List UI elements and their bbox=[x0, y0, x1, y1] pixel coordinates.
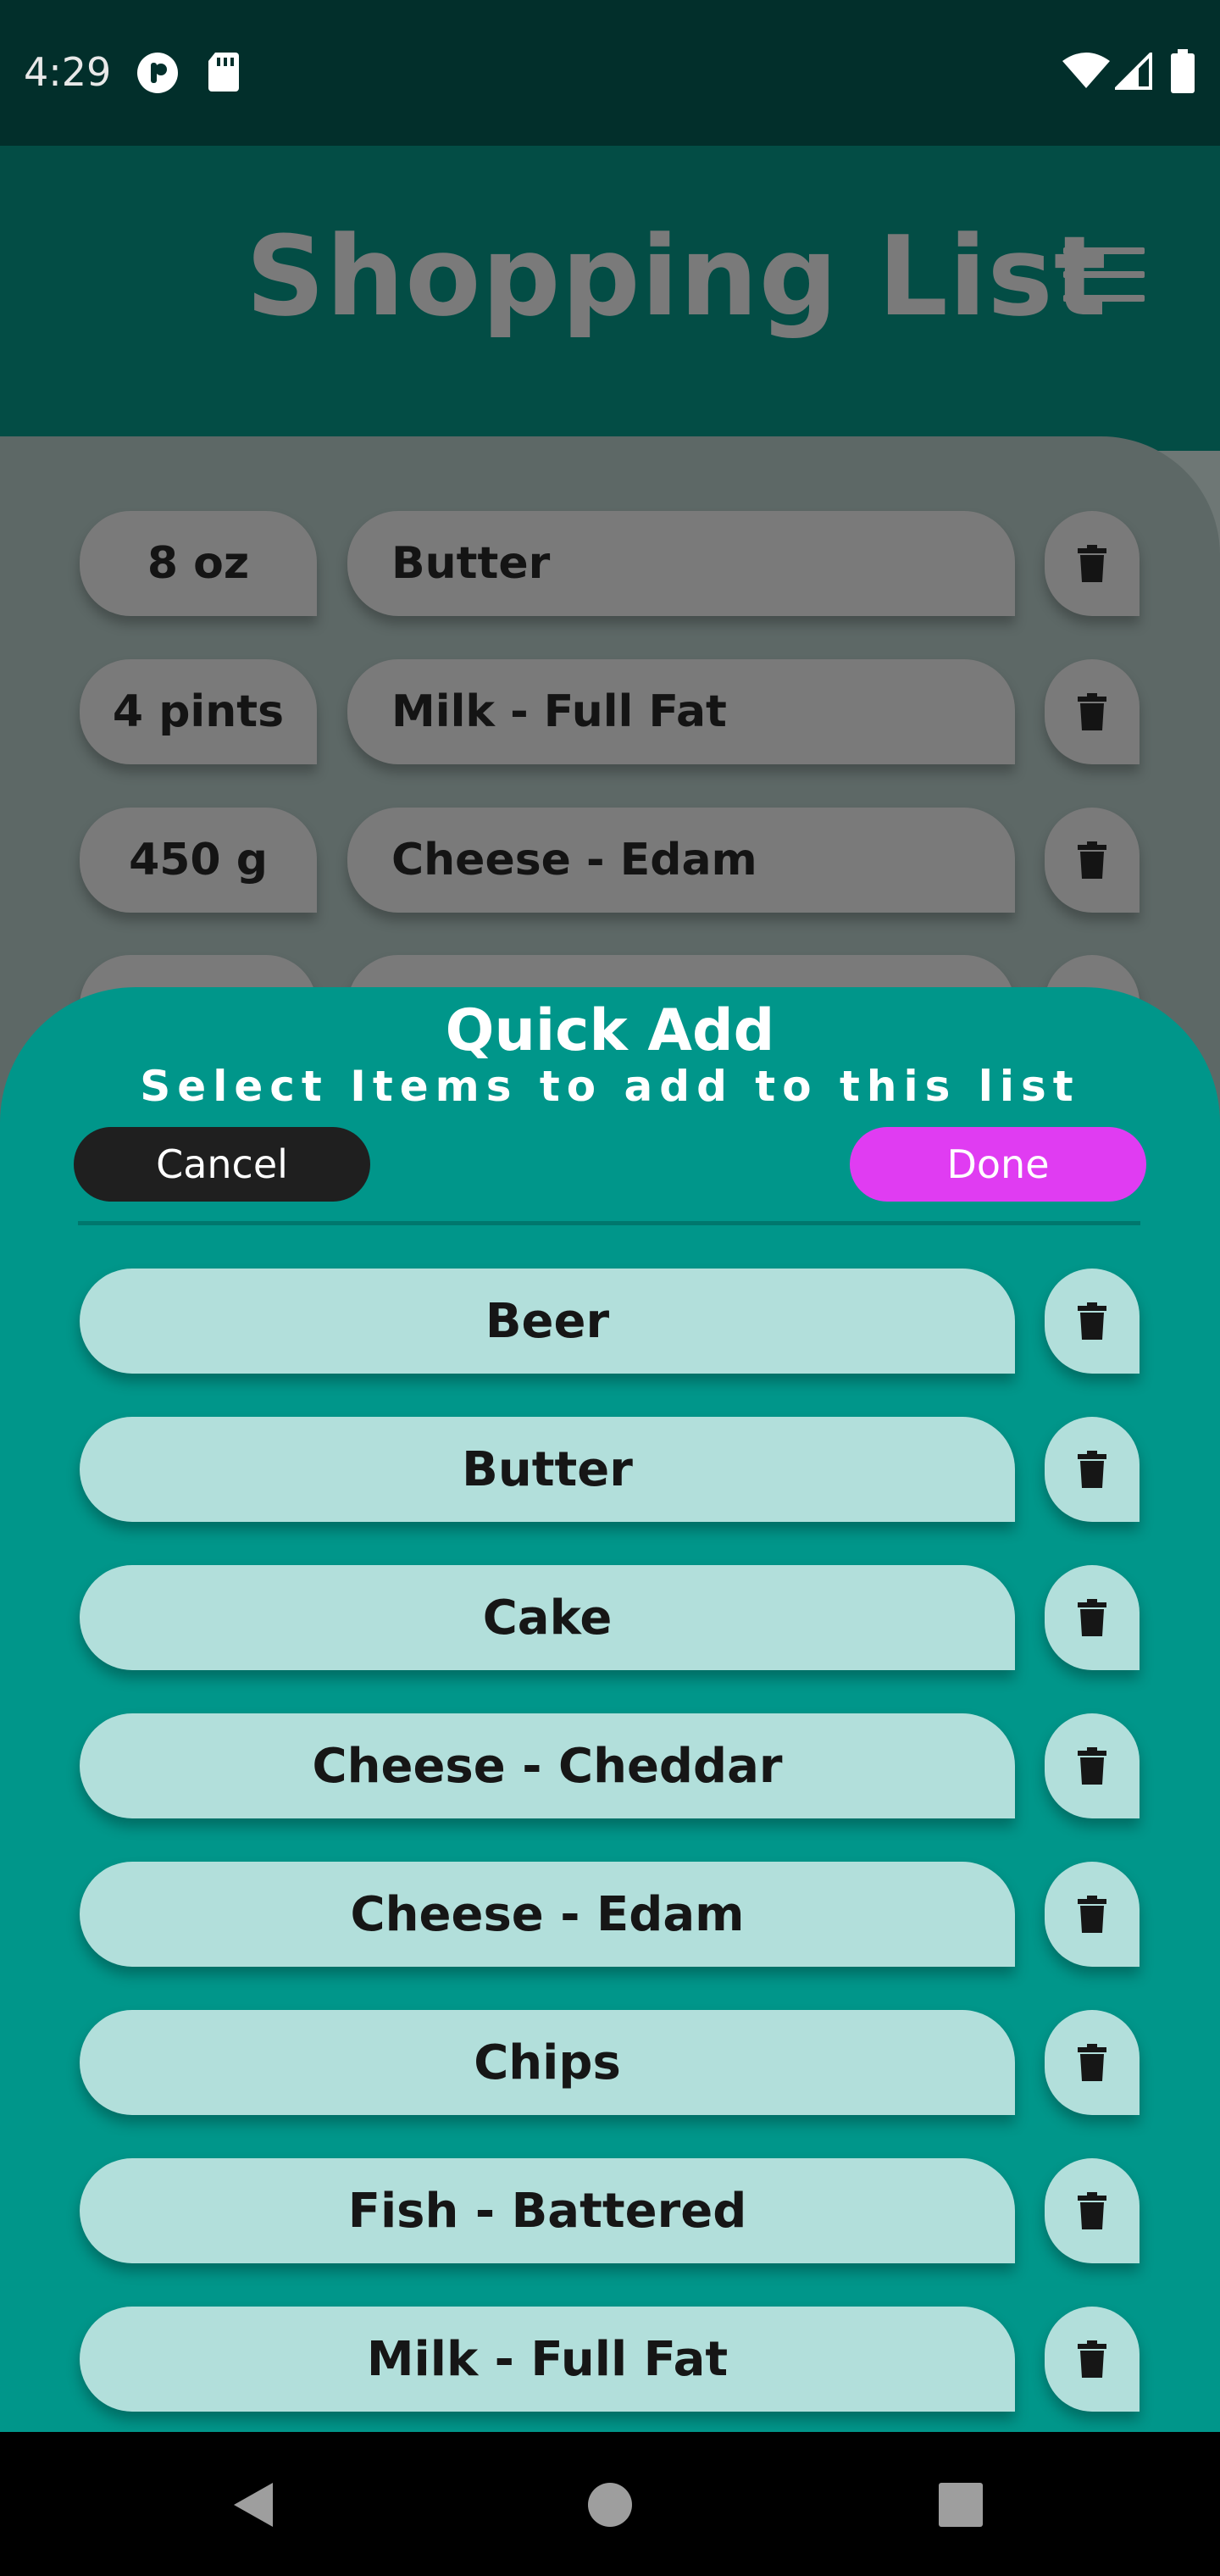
signal-icon bbox=[1115, 53, 1152, 90]
navigation-bar bbox=[0, 2432, 1220, 2576]
sheet-subtitle: Select Items to add to this list bbox=[140, 1062, 1080, 1111]
delete-button[interactable] bbox=[1045, 511, 1140, 616]
delete-button[interactable] bbox=[1045, 659, 1140, 764]
item-button[interactable]: Cake bbox=[80, 1565, 1015, 1670]
item-button[interactable]: Butter bbox=[80, 1417, 1015, 1522]
trash-icon bbox=[1078, 2340, 1106, 2378]
trash-icon bbox=[1078, 2192, 1106, 2229]
delete-button[interactable] bbox=[1045, 1269, 1140, 1374]
done-button[interactable]: Done bbox=[850, 1127, 1146, 1202]
trash-icon bbox=[1078, 1599, 1106, 1636]
back-icon[interactable] bbox=[230, 2479, 276, 2530]
item-name[interactable]: Milk - Full Fat bbox=[347, 659, 1015, 764]
cancel-button[interactable]: Cancel bbox=[74, 1127, 370, 1202]
sheet-title: Quick Add bbox=[445, 997, 775, 1064]
delete-button[interactable] bbox=[1045, 1862, 1140, 1967]
status-bar: 4:29 bbox=[0, 0, 1220, 146]
sd-card-icon bbox=[208, 53, 239, 92]
item-button[interactable]: Beer bbox=[80, 1269, 1015, 1374]
trash-icon bbox=[1078, 1747, 1106, 1785]
status-time: 4:29 bbox=[24, 49, 112, 95]
divider bbox=[78, 1221, 1140, 1225]
item-quantity[interactable]: 8 oz bbox=[80, 511, 317, 616]
recents-icon[interactable] bbox=[937, 2481, 984, 2529]
delete-button[interactable] bbox=[1045, 1417, 1140, 1522]
hamburger-menu-icon[interactable] bbox=[1063, 247, 1145, 302]
battery-icon bbox=[1171, 49, 1195, 93]
wifi-icon bbox=[1062, 53, 1110, 88]
quick-add-sheet: Quick Add Select Items to add to this li… bbox=[0, 987, 1220, 2432]
delete-button[interactable] bbox=[1045, 808, 1140, 913]
delete-button[interactable] bbox=[1045, 2010, 1140, 2115]
page-title: Shopping List bbox=[246, 212, 1107, 341]
item-name[interactable]: Butter bbox=[347, 511, 1015, 616]
trash-icon bbox=[1078, 2044, 1106, 2081]
delete-button[interactable] bbox=[1045, 1713, 1140, 1818]
item-button[interactable]: Milk - Full Fat bbox=[80, 2307, 1015, 2412]
trash-icon bbox=[1078, 693, 1106, 730]
trash-icon bbox=[1078, 1451, 1106, 1488]
item-button[interactable]: Cheese - Edam bbox=[80, 1862, 1015, 1967]
item-quantity[interactable]: 4 pints bbox=[80, 659, 317, 764]
delete-button[interactable] bbox=[1045, 2307, 1140, 2412]
item-button[interactable]: Chips bbox=[80, 2010, 1015, 2115]
trash-icon bbox=[1078, 545, 1106, 582]
trash-icon bbox=[1078, 841, 1106, 879]
item-name[interactable]: Cheese - Edam bbox=[347, 808, 1015, 913]
delete-button[interactable] bbox=[1045, 1565, 1140, 1670]
item-quantity[interactable]: 450 g bbox=[80, 808, 317, 913]
home-icon[interactable] bbox=[586, 2481, 634, 2529]
podcast-icon bbox=[137, 53, 178, 93]
delete-button[interactable] bbox=[1045, 2158, 1140, 2263]
item-button[interactable]: Fish - Battered bbox=[80, 2158, 1015, 2263]
item-button[interactable]: Cheese - Cheddar bbox=[80, 1713, 1015, 1818]
trash-icon bbox=[1078, 1896, 1106, 1933]
trash-icon bbox=[1078, 1302, 1106, 1340]
